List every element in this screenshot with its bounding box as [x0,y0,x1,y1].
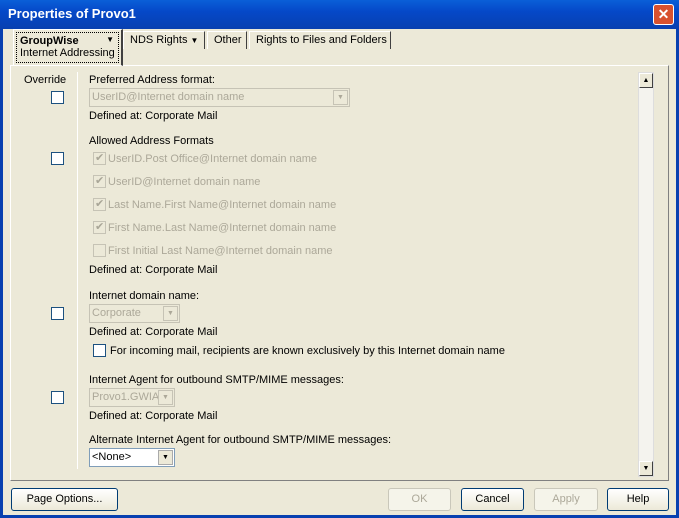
chevron-down-icon: ▼ [190,36,199,45]
format-checkbox[interactable] [93,220,106,234]
chevron-down-icon: ▼ [158,390,173,405]
domain-defined: Defined at: Corporate Mail [89,326,218,338]
override-header: Override [24,74,67,86]
allowed-label: Allowed Address Formats [89,135,214,147]
agent-defined: Defined at: Corporate Mail [89,410,218,422]
format-label: Last Name.First Name@Internet domain nam… [108,199,337,211]
agent-label: Internet Agent for outbound SMTP/MIME me… [89,374,344,386]
format-label: UserID.Post Office@Internet domain name [108,153,318,165]
format-checkbox[interactable] [93,244,106,257]
override-domain-checkbox[interactable] [51,307,64,320]
tab-other[interactable]: Other [207,31,247,49]
dropdown-value: <None> [92,451,132,463]
tab-groupwise[interactable]: GroupWise ▼ Internet Addressing [13,29,123,66]
exclusive-domain-label: For incoming mail, recipients are known … [110,345,505,357]
cancel-button[interactable]: Cancel [461,488,524,511]
close-button[interactable]: ✕ [653,4,674,25]
format-checkbox[interactable] [93,174,106,188]
tab-label: NDS Rights [130,34,188,46]
chevron-down-icon: ▼ [163,306,178,321]
tab-label: Other [214,34,242,46]
domain-dropdown[interactable]: Corporate ▼ [89,304,180,323]
tab-label: GroupWise [20,35,79,47]
domain-label: Internet domain name: [89,290,200,302]
format-label: First Name.Last Name@Internet domain nam… [108,222,337,234]
dropdown-value: Corporate [92,307,141,319]
format-label: UserID@Internet domain name [108,176,261,188]
exclusive-domain-checkbox[interactable] [93,344,106,357]
scroll-down-icon[interactable]: ▼ [639,461,653,476]
override-allowed-checkbox[interactable] [51,152,64,165]
ok-button[interactable]: OK [388,488,451,511]
chevron-down-icon: ▼ [333,90,348,105]
page-options-button[interactable]: Page Options... [11,488,118,511]
agent-dropdown[interactable]: Provo1.GWIA ▼ [89,388,175,407]
vertical-scrollbar[interactable]: ▲ ▼ [638,72,654,477]
override-agent-checkbox[interactable] [51,391,64,404]
preferred-format-dropdown[interactable]: UserID@Internet domain name ▼ [89,88,350,107]
apply-button[interactable]: Apply [534,488,598,511]
override-preferred-checkbox[interactable] [51,91,64,104]
alt-agent-dropdown[interactable]: <None> ▼ [89,448,175,467]
preferred-label: Preferred Address format: [89,74,215,86]
tab-rights-files-folders[interactable]: Rights to Files and Folders [249,31,391,49]
alt-agent-label: Alternate Internet Agent for outbound SM… [89,434,392,446]
allowed-defined: Defined at: Corporate Mail [89,264,218,276]
dropdown-value: Provo1.GWIA [92,391,160,403]
preferred-defined: Defined at: Corporate Mail [89,110,218,122]
help-button[interactable]: Help [607,488,669,511]
window-title: Properties of Provo1 [8,6,136,21]
tab-label: Rights to Files and Folders [256,34,387,46]
tab-nds-rights[interactable]: NDS Rights ▼ [123,31,205,49]
format-checkbox[interactable] [93,151,106,165]
dropdown-value: UserID@Internet domain name [92,91,245,103]
chevron-down-icon: ▼ [158,450,173,465]
tab-sublabel: Internet Addressing [20,47,115,59]
chevron-down-icon[interactable]: ▼ [106,35,114,44]
format-checkbox[interactable] [93,197,106,211]
divider [77,72,78,469]
scroll-up-icon[interactable]: ▲ [639,73,653,88]
format-label: First Initial Last Name@Internet domain … [108,245,333,257]
